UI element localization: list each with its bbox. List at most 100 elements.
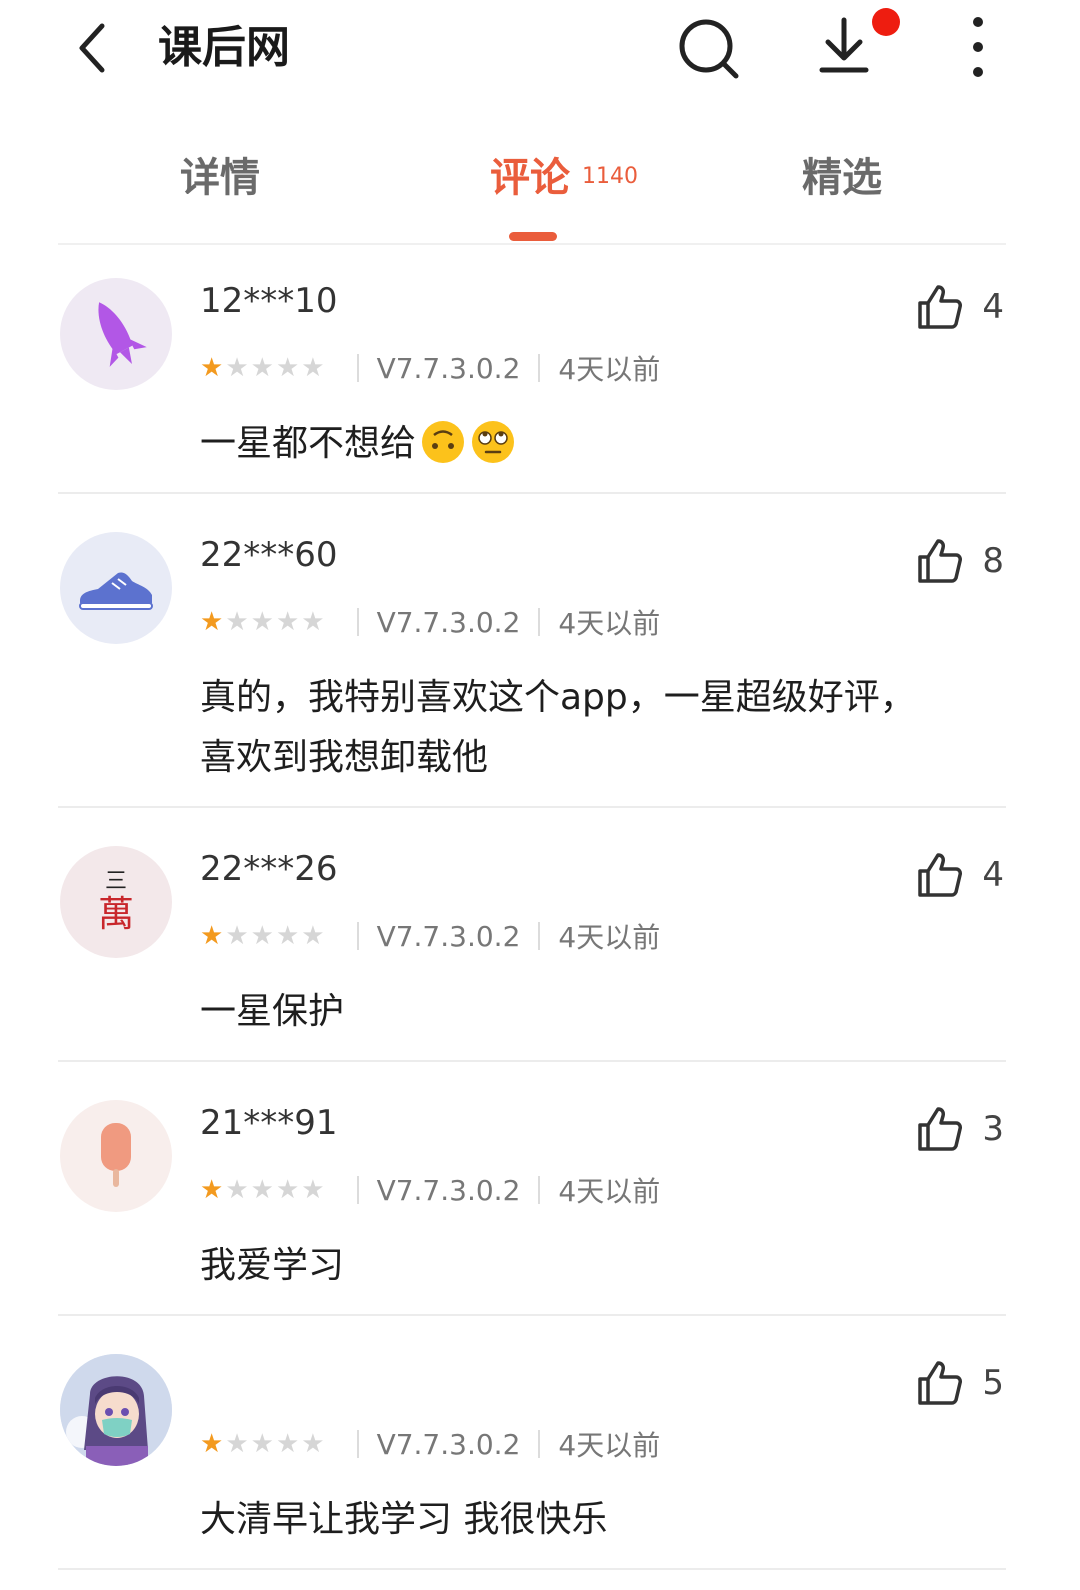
- more-vertical-icon[interactable]: [958, 14, 998, 80]
- star-icon: ★: [275, 607, 300, 637]
- review-text-line: 真的，我特别喜欢这个app，一星超级好评，: [200, 677, 916, 718]
- review-time: 4天以前: [558, 353, 661, 386]
- star-icon: ★: [301, 921, 325, 951]
- avatar[interactable]: [60, 1100, 172, 1212]
- review-count: 1140: [582, 164, 638, 189]
- like-button[interactable]: 4: [916, 282, 1004, 332]
- review-text-content: 一星都不想给: [200, 423, 417, 464]
- like-count: 4: [982, 855, 1004, 895]
- avatar-text: 三: [104, 869, 127, 894]
- star-icon: ★: [225, 353, 249, 383]
- divider: [356, 608, 359, 636]
- review-meta: ★ ★ ★ ★ ★ V7.7.3.0.2 4天以前: [200, 1170, 660, 1210]
- star-icon: ★: [225, 607, 249, 637]
- thumbs-up-icon: [918, 1361, 963, 1405]
- notification-dot: [872, 8, 900, 36]
- thumbs-up-icon: [918, 853, 963, 897]
- divider: [538, 354, 541, 382]
- star-rating: ★ ★ ★ ★ ★: [200, 353, 325, 383]
- like-button[interactable]: 5: [916, 1358, 1004, 1408]
- star-icon: ★: [200, 1175, 224, 1205]
- eye-roll-emoji-icon: [472, 421, 515, 463]
- review-time: 4天以前: [558, 1429, 661, 1462]
- avatar-text: 萬: [97, 894, 134, 935]
- star-icon: ★: [225, 1175, 249, 1205]
- review-meta: ★ ★ ★ ★ ★ V7.7.3.0.2 4天以前: [200, 1424, 660, 1464]
- star-rating: ★ ★ ★ ★ ★: [200, 1175, 325, 1205]
- like-count: 8: [982, 541, 1004, 581]
- tab-featured[interactable]: 精选: [802, 150, 882, 206]
- username: 21***91: [200, 1103, 338, 1143]
- thumbs-up-icon: [918, 285, 963, 329]
- avatar[interactable]: [60, 532, 172, 644]
- tab-reviews[interactable]: 评论: [490, 150, 570, 206]
- star-rating: ★ ★ ★ ★ ★: [200, 1429, 325, 1459]
- star-icon: ★: [250, 1175, 274, 1205]
- divider: [356, 354, 359, 382]
- tab-bar: 详情 评论 1140 精选: [0, 140, 1080, 241]
- rocket-icon: [98, 302, 147, 367]
- avatar[interactable]: [60, 1354, 172, 1466]
- top-bar: 课后网: [0, 0, 1080, 100]
- review-text-line: 喜欢到我想卸载他: [200, 737, 489, 778]
- popsicle-icon: [101, 1123, 131, 1187]
- star-icon: ★: [301, 353, 325, 383]
- review-meta: ★ ★ ★ ★ ★ V7.7.3.0.2 4天以前: [200, 916, 660, 956]
- chevron-left-icon[interactable]: [62, 18, 122, 78]
- active-tab-indicator: [509, 232, 557, 241]
- app-version: V7.7.3.0.2: [376, 605, 521, 639]
- star-rating: ★ ★ ★ ★ ★: [200, 607, 325, 637]
- star-icon: ★: [225, 921, 249, 951]
- tabs-divider: [58, 243, 1006, 245]
- like-count: 3: [982, 1109, 1004, 1149]
- like-button[interactable]: 3: [916, 1104, 1004, 1154]
- divider: [538, 1430, 541, 1458]
- upside-down-face-emoji-icon: [422, 421, 465, 463]
- app-version: V7.7.3.0.2: [376, 351, 521, 385]
- star-icon: ★: [200, 921, 224, 951]
- star-icon: ★: [275, 1175, 300, 1205]
- divider: [538, 1176, 541, 1204]
- review-text: 大清早让我学习 我很快乐: [200, 1499, 608, 1540]
- review-item: 三 萬 22***26 4 ★ ★ ★ ★ ★ V7.7.3.0.2 4天以前 一星保护: [58, 808, 1006, 1062]
- app-version: V7.7.3.0.2: [376, 1427, 521, 1461]
- review-time: 4天以前: [558, 921, 661, 954]
- divider: [538, 922, 541, 950]
- download-icon[interactable]: [812, 14, 876, 78]
- like-button[interactable]: 4: [916, 850, 1004, 900]
- search-icon[interactable]: [676, 16, 740, 80]
- like-count: 4: [982, 287, 1004, 327]
- star-rating: ★ ★ ★ ★ ★: [200, 921, 325, 951]
- review-item: 21***91 3 ★ ★ ★ ★ ★ V7.7.3.0.2 4天以前 我爱学习: [58, 1062, 1006, 1316]
- review-text: 一星保护: [200, 991, 345, 1032]
- avatar[interactable]: [60, 278, 172, 390]
- username: 22***26: [200, 849, 338, 889]
- review-item: 12***10 4 ★ ★ ★ ★ ★ V7.7.3.0.2 4天以前 一星都不想给: [58, 248, 1006, 494]
- review-meta: ★ ★ ★ ★ ★ V7.7.3.0.2 4天以前: [200, 348, 660, 388]
- star-icon: ★: [301, 1429, 325, 1459]
- username: 12***10: [200, 281, 338, 321]
- review-meta: ★ ★ ★ ★ ★ V7.7.3.0.2 4天以前: [200, 602, 660, 642]
- star-icon: ★: [301, 1175, 325, 1205]
- star-icon: ★: [225, 1429, 249, 1459]
- star-icon: ★: [250, 353, 274, 383]
- username: 22***60: [200, 535, 338, 575]
- star-icon: ★: [200, 353, 224, 383]
- review-item: 22***60 8 ★ ★ ★ ★ ★ V7.7.3.0.2 4天以前 真的，我特别喜欢…: [58, 494, 1006, 808]
- review-text: 真的，我特别喜欢这个app，一星超级好评， 喜欢到我想卸载他: [200, 668, 1010, 788]
- review-time: 4天以前: [558, 607, 661, 640]
- review-text: 我爱学习: [200, 1245, 345, 1286]
- divider: [356, 1430, 359, 1458]
- like-button[interactable]: 8: [916, 536, 1004, 586]
- divider: [356, 922, 359, 950]
- sneaker-icon: [79, 572, 153, 610]
- like-count: 5: [982, 1363, 1004, 1403]
- thumbs-up-icon: [918, 539, 963, 583]
- anime-girl-avatar-icon: [60, 1354, 172, 1466]
- review-text: 一星都不想给: [200, 414, 1010, 474]
- tab-details[interactable]: 详情: [180, 150, 260, 206]
- review-time: 4天以前: [558, 1175, 661, 1208]
- divider: [538, 608, 541, 636]
- star-icon: ★: [250, 607, 274, 637]
- avatar[interactable]: 三 萬: [60, 846, 172, 958]
